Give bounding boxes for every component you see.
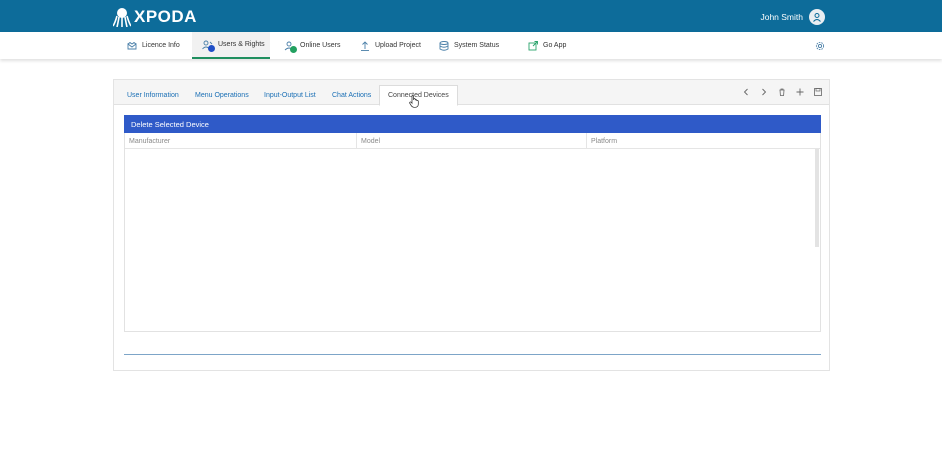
octopus-logo-icon [113,8,131,27]
main-nav: Licence Info Users & Rights Online Users… [0,32,942,59]
gear-icon [815,41,825,51]
nav-label: Licence Info [142,42,180,49]
nav-online-users[interactable]: Online Users [284,32,340,59]
delete-selected-device-button[interactable]: Delete Selected Device [124,115,821,133]
users-rights-panel: User Information Menu Operations Input-O… [113,79,830,371]
avatar[interactable] [809,9,825,25]
trash-icon [779,88,785,96]
xpoda-logo[interactable]: XPODA [113,6,197,28]
settings-button[interactable] [815,38,825,56]
nav-system-status[interactable]: System Status [439,32,499,59]
tab-input-output-list[interactable]: Input-Output List [264,86,316,105]
chevron-left-icon [743,88,748,96]
add-button[interactable] [794,86,806,98]
grid-header: Manufacturer Model Platform [125,133,820,149]
nav-label: Users & Rights [218,41,265,48]
nav-licence-info[interactable]: Licence Info [127,32,180,59]
next-button[interactable] [758,86,770,98]
nav-users-rights[interactable]: Users & Rights [192,32,270,59]
nav-label: Go App [543,42,567,49]
chevron-right-icon [762,88,767,96]
license-icon [127,41,137,49]
column-model[interactable]: Model [357,133,587,149]
nav-label: Upload Project [375,42,421,49]
app-title: XPODA [134,7,197,26]
top-bar: XPODA John Smith [0,0,942,32]
column-manufacturer[interactable]: Manufacturer [125,133,357,149]
user-menu[interactable]: John Smith [760,9,825,25]
nav-upload-project[interactable]: Upload Project [360,32,421,59]
user-name: John Smith [760,12,803,22]
delete-button[interactable] [776,86,788,98]
save-button[interactable] [812,86,824,98]
hand-cursor-icon [409,95,420,113]
tab-chat-actions[interactable]: Chat Actions [332,86,371,105]
plus-icon [796,88,804,96]
online-users-icon-wrap [284,41,300,53]
database-icon [439,40,449,51]
grid-scrollbar[interactable] [815,149,819,247]
badge [208,44,215,52]
nav-go-app[interactable]: Go App [528,32,566,59]
column-platform[interactable]: Platform [587,133,817,149]
nav-label: System Status [454,42,500,49]
divider [124,354,821,355]
user-avatar-icon [813,13,821,22]
save-icon [814,88,822,96]
tab-menu-operations[interactable]: Menu Operations [195,86,249,105]
previous-button[interactable] [740,86,752,98]
users-rights-icon-wrap [202,40,218,52]
nav-label: Online Users [300,42,341,49]
devices-grid: Manufacturer Model Platform [124,133,821,332]
upload-icon [361,40,369,51]
tab-user-information[interactable]: User Information [127,86,179,105]
tab-bar: User Information Menu Operations Input-O… [114,80,829,106]
external-link-icon [528,40,538,50]
online-badge [290,45,297,53]
